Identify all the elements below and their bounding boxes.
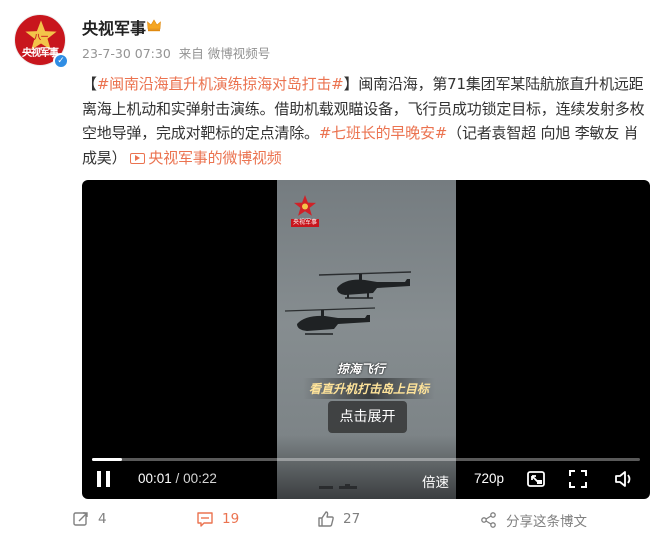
volume-icon[interactable] xyxy=(614,469,634,489)
topic-tag-link[interactable]: #七班长的早晚安# xyxy=(319,124,448,142)
expand-button[interactable]: 点击展开 xyxy=(328,401,407,433)
fullscreen-icon[interactable] xyxy=(568,469,588,489)
like-count: 27 xyxy=(343,511,361,527)
verified-icon: ✓ xyxy=(53,53,69,69)
like-icon xyxy=(318,511,334,527)
total-time: 00:22 xyxy=(183,471,217,486)
repost-button[interactable]: 4 xyxy=(72,510,107,528)
repost-icon xyxy=(73,512,88,526)
comment-icon xyxy=(197,512,213,527)
speed-button[interactable]: 倍速 xyxy=(422,471,449,491)
video-frame[interactable]: 央视军事 掠海飞行 看直升机打击岛上目标 点击展开 xyxy=(277,180,456,499)
video-link-icon xyxy=(130,152,146,164)
video-link[interactable]: 央视军事的微博视频 xyxy=(126,148,282,167)
action-bar: 4 19 27 分享这条博文 xyxy=(0,506,661,534)
svg-text:八一: 八一 xyxy=(33,32,48,41)
post-time[interactable]: 23-7-30 07:30 xyxy=(82,46,171,61)
share-label: 分享这条博文 xyxy=(506,514,587,530)
author-name[interactable]: 央视军事 xyxy=(82,15,146,39)
video-link-label: 央视军事的微博视频 xyxy=(148,148,282,167)
watermark-star-icon xyxy=(294,195,316,216)
time-display: 00:01 / 00:22 xyxy=(138,471,217,486)
quality-button[interactable]: 720p xyxy=(474,471,504,486)
video-caption-line1: 掠海飞行 xyxy=(337,362,386,376)
share-icon xyxy=(481,512,496,528)
comment-count: 19 xyxy=(222,511,240,527)
comment-button[interactable]: 19 xyxy=(196,510,239,528)
topic-title-link[interactable]: #闽南沿海直升机演练掠海对岛打击# xyxy=(97,75,344,93)
post-meta: 23-7-30 07:30 来自 微博视频号 xyxy=(82,43,270,62)
crown-icon[interactable] xyxy=(146,17,162,33)
like-button[interactable]: 27 xyxy=(317,510,360,528)
share-button[interactable]: 分享这条博文 xyxy=(480,510,587,530)
progress-bar[interactable] xyxy=(92,458,640,461)
bracket-open: 【 xyxy=(82,75,97,93)
bracket-close: 】 xyxy=(343,75,359,93)
video-player[interactable]: 央视军事 掠海飞行 看直升机打击岛上目标 点击展开 00:01 / 00:22 … xyxy=(82,180,650,499)
video-caption-line2: 看直升机打击岛上目标 xyxy=(303,378,436,399)
time-separator: / xyxy=(171,471,184,486)
current-time: 00:01 xyxy=(138,471,172,486)
post-source[interactable]: 来自 微博视频号 xyxy=(179,46,270,61)
picture-in-picture-icon[interactable] xyxy=(526,469,546,489)
ships-image xyxy=(319,484,357,489)
repost-count: 4 xyxy=(98,511,107,527)
watermark-label: 央视军事 xyxy=(291,219,319,227)
helicopter-image-2 xyxy=(284,307,376,335)
video-watermark: 央视军事 xyxy=(291,194,319,230)
post-text: 【#闽南沿海直升机演练掠海对岛打击#】闽南沿海，第71集团军某陆航旅直升机远距离… xyxy=(82,72,648,170)
pause-icon[interactable] xyxy=(94,469,114,489)
progress-fill xyxy=(92,458,123,461)
